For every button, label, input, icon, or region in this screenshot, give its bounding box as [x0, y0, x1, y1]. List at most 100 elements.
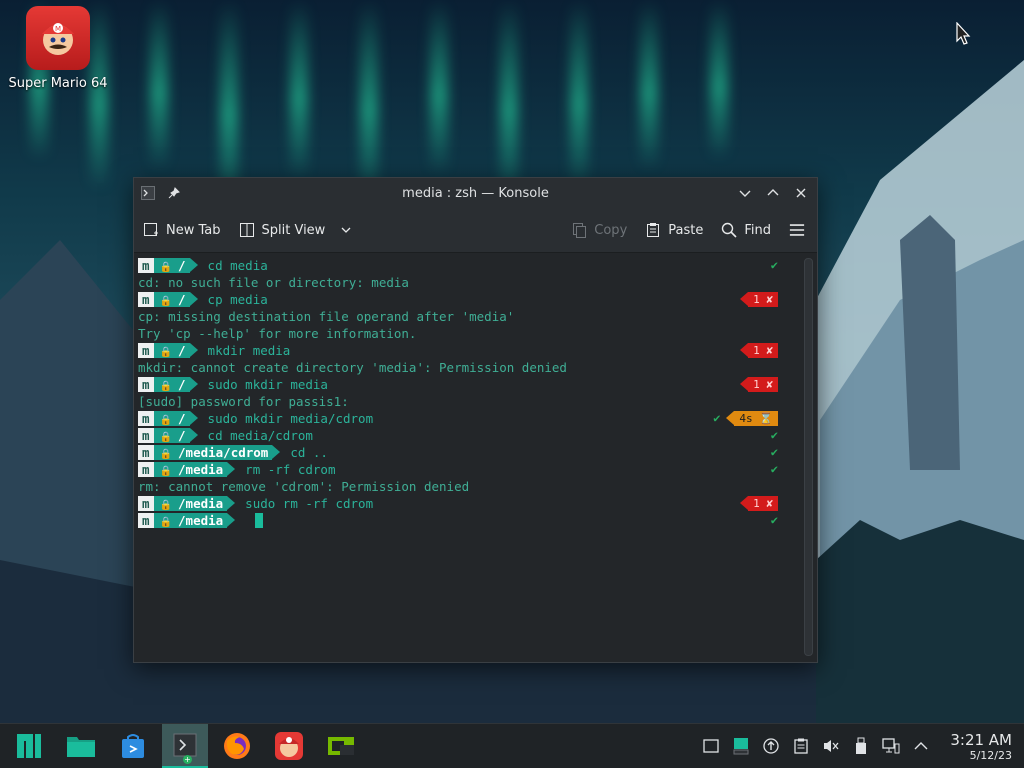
- taskbar-software-store[interactable]: [110, 724, 156, 768]
- usb-device-icon[interactable]: [852, 737, 870, 755]
- output-line: cd: no such file or directory: media: [138, 274, 802, 291]
- prompt-path: 🔒 /: [153, 292, 190, 307]
- error-badge: 1 ✘: [740, 292, 778, 307]
- hamburger-menu-icon: [789, 222, 805, 238]
- desktop-icon-label: Super Mario 64: [8, 76, 108, 91]
- command-text: cd media: [207, 258, 268, 273]
- prompt-path: 🔒 /: [153, 428, 190, 443]
- output-line: Try 'cp --help' for more information.: [138, 325, 802, 342]
- volume-muted-icon[interactable]: [822, 737, 840, 755]
- prompt-path: 🔒 /: [153, 411, 190, 426]
- clock[interactable]: 3:21 AM 5/12/23: [950, 731, 1012, 762]
- window-titlebar[interactable]: media : zsh — Konsole: [134, 178, 817, 208]
- desktop-icon-super-mario-64[interactable]: M Super Mario 64: [8, 6, 108, 91]
- firefox-icon: [224, 733, 250, 759]
- command-text: cd media/cdrom: [207, 428, 313, 443]
- new-tab-button[interactable]: New Tab: [134, 215, 230, 245]
- error-x-icon: ✘: [759, 293, 773, 306]
- prompt-path: 🔒 /media: [153, 496, 228, 511]
- output-text: cp: missing destination file operand aft…: [138, 309, 515, 324]
- chevron-down-icon[interactable]: [338, 222, 354, 238]
- output-text: mkdir: cannot create directory 'media': …: [138, 360, 567, 375]
- command-status: 1 ✘: [740, 377, 778, 392]
- command-text: cp media: [207, 292, 268, 307]
- prompt-arrow-icon: [227, 496, 236, 510]
- prompt-path-text: /media: [178, 513, 224, 528]
- output-text: Try 'cp --help' for more information.: [138, 326, 417, 341]
- terminal-scrollbar[interactable]: [804, 258, 813, 656]
- success-check-icon: ✔: [770, 462, 778, 476]
- application-menu-button[interactable]: [6, 724, 52, 768]
- window-title: media : zsh — Konsole: [402, 185, 549, 201]
- duration-badge: 4s ⌛: [726, 411, 778, 426]
- clock-date: 5/12/23: [969, 748, 1012, 762]
- output-line: cp: missing destination file operand aft…: [138, 308, 802, 325]
- error-x-icon: ✘: [759, 497, 773, 510]
- prompt-arrow-icon: [272, 445, 281, 459]
- konsole-tray-icon[interactable]: [732, 737, 750, 755]
- paste-icon: [645, 222, 661, 238]
- prompt-path-text: /media: [178, 496, 224, 511]
- prompt-path-text: /: [178, 411, 186, 426]
- prompt-arrow-icon: [189, 258, 198, 272]
- new-tab-icon: [143, 222, 159, 238]
- paste-button[interactable]: Paste: [636, 215, 712, 245]
- prompt-line: m 🔒 / mkdir media 1 ✘: [138, 342, 802, 359]
- maximize-button[interactable]: [765, 185, 781, 201]
- mouse-cursor-icon: [956, 22, 971, 45]
- prompt-arrow-icon: [189, 428, 198, 442]
- command-status: 1 ✘: [740, 292, 778, 307]
- pin-icon[interactable]: [166, 185, 182, 201]
- prompt-path-text: /: [178, 377, 186, 392]
- exit-code: 1: [753, 293, 760, 306]
- manjaro-prompt-icon: m: [138, 292, 154, 307]
- command-status: 1 ✘: [740, 343, 778, 358]
- prompt-line: m 🔒 / sudo mkdir media 1 ✘: [138, 376, 802, 393]
- output-text: rm: cannot remove 'cdrom': Permission de…: [138, 479, 470, 494]
- hourglass-icon: ⌛: [752, 412, 773, 425]
- chevron-up-icon[interactable]: [912, 737, 930, 755]
- taskbar-nvidia[interactable]: [318, 724, 364, 768]
- taskbar-file-manager[interactable]: [58, 724, 104, 768]
- error-badge: 1 ✘: [740, 496, 778, 511]
- terminal-output[interactable]: m 🔒 / cd media ✔ cd: no such file or directo…: [134, 253, 802, 662]
- manjaro-prompt-icon: m: [138, 428, 154, 443]
- hamburger-menu-button[interactable]: [780, 215, 817, 245]
- prompt-arrow-icon: [227, 513, 236, 527]
- lock-icon: 🔒: [159, 432, 179, 443]
- command-text: rm -rf cdrom: [245, 462, 336, 477]
- new-tab-label: New Tab: [166, 222, 221, 238]
- software-store-icon: [122, 734, 144, 758]
- taskbar-konsole[interactable]: +: [162, 724, 208, 768]
- close-button[interactable]: [793, 185, 809, 201]
- taskbar-firefox[interactable]: [214, 724, 260, 768]
- exit-code: 1: [753, 378, 760, 391]
- update-icon[interactable]: [762, 737, 780, 755]
- lock-icon: 🔒: [159, 381, 179, 392]
- manjaro-prompt-icon: m: [138, 343, 154, 358]
- output-text: [sudo] password for passis1:: [138, 394, 349, 409]
- taskbar-super-mario[interactable]: [266, 724, 312, 768]
- network-icon[interactable]: [882, 737, 900, 755]
- split-view-label: Split View: [261, 222, 326, 238]
- clipboard-icon[interactable]: [792, 737, 810, 755]
- split-view-button[interactable]: Split View: [230, 215, 364, 245]
- prompt-arrow-icon: [189, 292, 198, 306]
- paste-label: Paste: [668, 222, 704, 238]
- lock-icon: 🔒: [159, 415, 179, 426]
- duration-text: 4s: [739, 412, 753, 425]
- svg-text:M: M: [55, 25, 61, 33]
- copy-button[interactable]: Copy: [562, 215, 636, 245]
- mario-icon: M: [26, 6, 90, 70]
- find-button[interactable]: Find: [712, 215, 780, 245]
- manjaro-prompt-icon: m: [138, 462, 154, 477]
- minimize-button[interactable]: [737, 185, 753, 201]
- konsole-window: media : zsh — Konsole New Tab Split View: [133, 177, 818, 663]
- prompt-path: 🔒 /media: [153, 513, 228, 528]
- show-desktop-icon[interactable]: [702, 737, 720, 755]
- success-check-icon: ✔: [770, 258, 778, 272]
- konsole-app-icon[interactable]: [140, 185, 156, 201]
- nvidia-icon: [328, 737, 354, 755]
- prompt-path: 🔒 /media: [153, 462, 228, 477]
- konsole-toolbar: New Tab Split View Copy Paste Find: [134, 208, 817, 253]
